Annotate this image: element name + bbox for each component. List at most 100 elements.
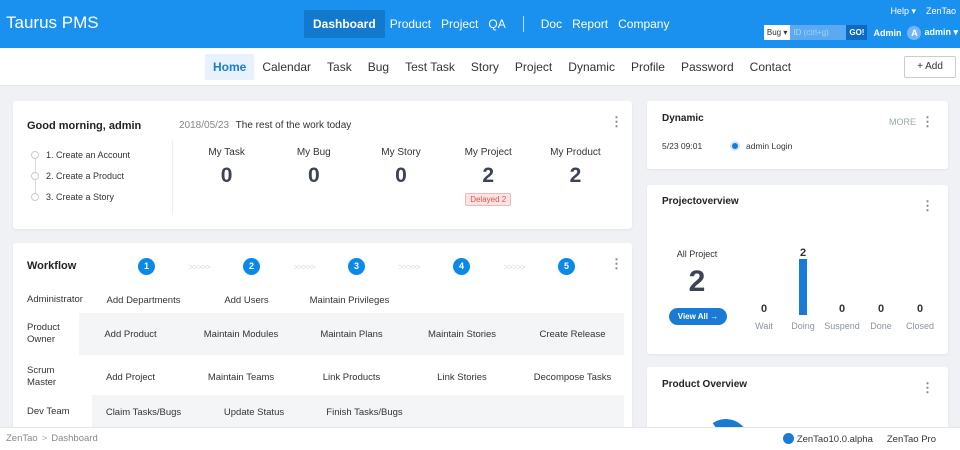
workflow-link[interactable]: Finish Tasks/Bugs — [313, 407, 416, 418]
app-brand[interactable]: Taurus PMS — [6, 13, 99, 33]
breadcrumb-current[interactable]: Dashboard — [51, 433, 97, 444]
stat-value: 2 — [569, 164, 582, 187]
nav-dashboard[interactable]: Dashboard — [304, 10, 385, 38]
nav-qa[interactable]: QA — [483, 10, 510, 38]
stat-label: My Task — [208, 147, 245, 158]
stat-my-product[interactable]: My Product 2 — [532, 147, 619, 206]
subnav-home[interactable]: Home — [205, 54, 255, 80]
version-text: ZenTao10.0.alpha — [796, 434, 873, 445]
more-options-icon[interactable]: ⋮ — [921, 381, 934, 394]
subnav-profile[interactable]: Profile — [623, 54, 673, 80]
zentao-link[interactable]: ZenTao — [926, 6, 956, 17]
step-item[interactable]: 2. Create a Product — [31, 169, 130, 193]
chevron-arrow-icon: >>>>> — [293, 261, 315, 272]
chevron-arrow-icon: >>>>> — [398, 261, 420, 272]
workflow-link[interactable]: Link Stories — [403, 372, 521, 383]
workflow-role: Scrum Master — [27, 365, 57, 388]
user-menu[interactable]: A admin ▾ — [907, 25, 958, 40]
workflow-link[interactable]: Maintain Privileges — [298, 295, 401, 306]
nav-doc[interactable]: Doc — [536, 10, 567, 38]
nav-product[interactable]: Product — [385, 10, 436, 38]
bar-value-label: 0 — [878, 303, 884, 315]
nav-company[interactable]: Company — [613, 10, 674, 38]
more-options-icon[interactable]: ⋮ — [610, 115, 623, 128]
workflow-role: Product Owner — [27, 322, 60, 345]
step-item[interactable]: 3. Create a Story — [31, 190, 130, 211]
stat-value: 2 — [482, 164, 495, 187]
subnav-task[interactable]: Task — [319, 54, 360, 80]
workflow-link[interactable]: Add Project — [79, 372, 182, 383]
stat-my-project[interactable]: My Project 2 Delayed 2 — [445, 147, 532, 206]
workflow-link[interactable]: Link Products — [300, 372, 403, 383]
breadcrumb-separator: > — [41, 433, 48, 444]
subnav-bug[interactable]: Bug — [360, 54, 397, 80]
stat-label: My Bug — [296, 147, 331, 158]
project-overview-panel: Projectoverview ⋮ All Project 2 View All… — [647, 185, 948, 354]
nav-divider — [522, 16, 524, 32]
subnav-password[interactable]: Password — [673, 54, 742, 80]
workflow-role: Administrator — [27, 294, 83, 305]
view-all-button[interactable]: View All → — [669, 308, 727, 325]
stat-my-bug[interactable]: My Bug 0 — [270, 147, 357, 206]
product-overview-title: Product Overview — [662, 379, 748, 390]
workflow-link[interactable]: Decompose Tasks — [521, 372, 624, 383]
add-button[interactable]: + Add — [904, 56, 956, 78]
workflow-link[interactable]: Claim Tasks/Bugs — [92, 407, 195, 418]
subnav-test-task[interactable]: Test Task — [397, 54, 463, 80]
workflow-row-scrum-master: Scrum Master Add Project Maintain Teams … — [13, 356, 632, 398]
step-circle-icon — [31, 151, 39, 159]
help-menu[interactable]: Help ▾ — [890, 6, 916, 17]
workflow-cells: Add Project Maintain Teams Link Products… — [79, 356, 624, 398]
bar-value-label: 0 — [761, 303, 767, 315]
stat-my-story[interactable]: My Story 0 — [357, 147, 444, 206]
workflow-link[interactable]: Create Release — [521, 329, 624, 340]
workflow-link[interactable]: Add Departments — [92, 295, 195, 306]
breadcrumb-home[interactable]: ZenTao — [6, 433, 38, 444]
stat-label: My Product — [550, 147, 601, 158]
step-circle-icon — [31, 193, 39, 201]
subnav-contact[interactable]: Contact — [742, 54, 799, 80]
delayed-badge[interactable]: Delayed 2 — [465, 193, 512, 206]
bar-doing — [799, 259, 807, 315]
step-item[interactable]: 1. Create an Account — [31, 148, 130, 172]
dynamic-text[interactable]: admin Login — [746, 141, 792, 151]
step-label: 3. Create a Story — [46, 192, 115, 202]
workflow-step-number: 3 — [348, 258, 365, 275]
search-go-button[interactable]: GO! — [846, 25, 868, 40]
nav-project[interactable]: Project — [436, 10, 483, 38]
workflow-role: Dev Team — [27, 406, 70, 417]
bar-value-label: 0 — [839, 303, 845, 315]
more-link[interactable]: MORE — [889, 117, 916, 127]
getting-started-steps: 1. Create an Account 2. Create a Product… — [31, 148, 130, 211]
workflow-link[interactable]: Update Status — [195, 407, 313, 418]
workflow-link[interactable]: Add Users — [195, 295, 298, 306]
more-options-icon[interactable]: ⋮ — [921, 199, 934, 212]
dynamic-title: Dynamic — [662, 113, 704, 124]
version-link[interactable]: ZenTao10.0.alpha — [782, 433, 873, 445]
stats-row: My Task 0 My Bug 0 My Story 0 My Project 2 De… — [183, 147, 619, 206]
more-options-icon[interactable]: ⋮ — [610, 257, 623, 270]
all-project-label: All Project — [676, 249, 718, 259]
nav-report[interactable]: Report — [567, 10, 613, 38]
today-date: 2018/05/23 — [179, 120, 230, 131]
workflow-link[interactable]: Add Product — [79, 329, 182, 340]
subnav-project[interactable]: Project — [507, 54, 560, 80]
subnav-story[interactable]: Story — [463, 54, 507, 80]
search-input[interactable]: ID (ctrl+g) — [790, 25, 847, 40]
divider — [172, 141, 173, 215]
workflow-link[interactable]: Maintain Stories — [403, 329, 521, 340]
subnav-calendar[interactable]: Calendar — [254, 54, 319, 80]
workflow-step-number: 2 — [243, 258, 260, 275]
workflow-cells: Add Departments Add Users Maintain Privi… — [92, 283, 624, 317]
timeline-dot-icon — [732, 143, 738, 149]
more-options-icon[interactable]: ⋮ — [921, 115, 934, 128]
subnav-dynamic[interactable]: Dynamic — [560, 54, 623, 80]
search-type-select[interactable]: Bug ▾ — [763, 25, 791, 40]
stat-my-task[interactable]: My Task 0 — [183, 147, 270, 206]
workflow-link[interactable]: Maintain Modules — [182, 329, 300, 340]
workflow-link[interactable]: Maintain Plans — [300, 329, 403, 340]
today-subtitle: The rest of the work today — [235, 120, 352, 131]
zentao-pro-link[interactable]: ZenTao Pro — [887, 434, 936, 445]
workflow-link[interactable]: Maintain Teams — [182, 372, 300, 383]
workflow-step-number: 4 — [453, 258, 470, 275]
